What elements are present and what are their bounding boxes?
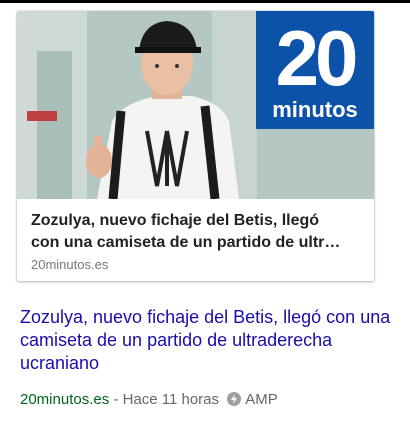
card-source: 20minutos.es: [31, 257, 109, 272]
logo-word: minutos: [272, 97, 358, 122]
lightning-bolt-icon: [227, 392, 242, 406]
card-headline-line-2: con una camiseta de un partido de ultr…: [31, 234, 341, 251]
result-headline-link[interactable]: Zozulya, nuevo fichaje del Betis, llegó …: [20, 306, 395, 375]
result-meta: 20minutos.es - Hace 11 horas AMP: [20, 391, 278, 408]
article-thumbnail[interactable]: 20 minutos: [17, 11, 374, 199]
top-story-card[interactable]: 20 minutos Zozulya, nuevo fichaje del Be…: [17, 11, 374, 281]
20minutos-logo: 20 minutos: [256, 11, 374, 129]
result-time: Hace 11 horas: [122, 391, 220, 408]
card-headline-line-1: Zozulya, nuevo fichaje del Betis, llegó: [31, 212, 320, 229]
card-headline[interactable]: Zozulya, nuevo fichaje del Betis, llegó …: [31, 210, 367, 254]
amp-label: AMP: [245, 391, 278, 408]
result-domain: 20minutos.es: [20, 391, 110, 408]
meta-separator: -: [109, 391, 123, 408]
logo-number: 20: [275, 14, 359, 102]
top-divider: [0, 0, 410, 3]
